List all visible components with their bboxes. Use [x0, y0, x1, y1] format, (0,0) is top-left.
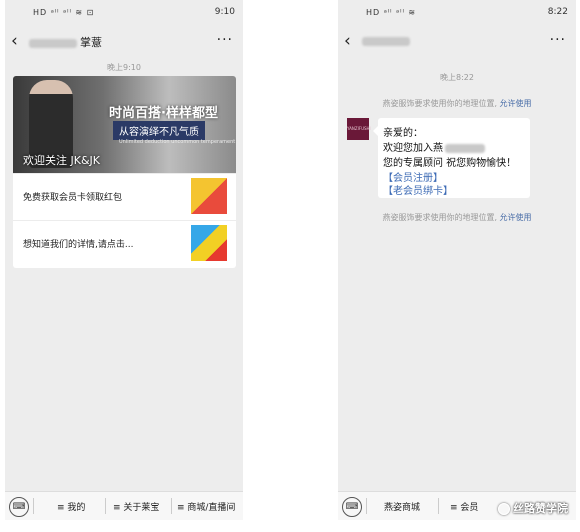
menu-divider	[105, 498, 106, 514]
location-request-text: 燕姿服饰要求使用你的地理位置,	[382, 213, 497, 222]
menu-item-mall[interactable]: ≡ 商城/直播间	[177, 500, 235, 513]
message-line: 欢迎您加入燕	[383, 139, 488, 154]
back-icon[interactable]: ‹	[344, 31, 351, 51]
blurred-name	[445, 143, 485, 153]
menu-divider	[171, 498, 172, 514]
watermark: 丝路赞学院	[498, 500, 568, 516]
message-time: 晚上8:22	[440, 73, 474, 82]
keyboard-icon[interactable]: ⌨	[9, 497, 29, 517]
article-card[interactable]: 时尚百搭·样样都型 从容演绎不凡气质 Unlimited deduction u…	[13, 76, 236, 268]
blurred-name	[362, 36, 410, 46]
bottom-menu-bar: ⌨ ≡ 我的 ≡ 关于莱宝 ≡ 商城/直播间	[5, 491, 243, 520]
message-line-text: 欢迎您加入燕	[383, 143, 443, 154]
watermark-text: 丝路赞学院	[513, 502, 568, 515]
menu-divider	[438, 498, 439, 514]
status-time: 9:10	[214, 7, 235, 17]
chat-header: ‹ 掌薏 ···	[5, 26, 243, 56]
status-signals: HD ᵃˡˡ ᵃˡˡ ≋ ⊡	[33, 8, 95, 17]
back-icon[interactable]: ‹	[11, 31, 18, 51]
more-icon[interactable]: ···	[550, 32, 566, 48]
status-bar: HD ᵃˡˡ ᵃˡˡ ≋ ⊡ 9:10	[5, 0, 243, 26]
allow-location-link[interactable]: 允许使用	[500, 213, 532, 222]
message-line: 您的专属顾问 祝您购物愉快！	[383, 158, 517, 169]
right-phone-screen: HD ᵃˡˡ ᵃˡˡ ≋ 8:22 ‹ ··· 晚上8:22 燕姿服饰要求使用你…	[338, 0, 576, 520]
message-bubble: 亲爱的： 欢迎您加入燕 您的专属顾问 祝您购物愉快！ 【会员注册】 【老会员绑卡…	[373, 118, 530, 198]
article-item-title: 想知道我们的详情,请点击...	[23, 240, 134, 250]
chat-title	[362, 34, 413, 47]
membership-card-thumbnail	[191, 178, 227, 214]
chat-title-text: 掌薏	[80, 36, 102, 49]
bind-card-link[interactable]: 【老会员绑卡】	[383, 182, 453, 197]
message-line: 亲爱的：	[383, 128, 423, 139]
left-phone-screen: HD ᵃˡˡ ᵃˡˡ ≋ ⊡ 9:10 ‹ 掌薏 ··· 晚上9:10 时尚百搭…	[5, 0, 243, 520]
menu-item-mine[interactable]: ≡ 我的	[57, 500, 85, 513]
message-time: 晚上9:10	[107, 63, 141, 72]
location-request-text: 燕姿服饰要求使用你的地理位置,	[382, 99, 497, 108]
banner-title: 时尚百搭·样样都型	[109, 106, 218, 121]
menu-item-member[interactable]: ≡ 会员	[450, 500, 478, 513]
keyboard-icon[interactable]: ⌨	[342, 497, 362, 517]
article-item[interactable]: 想知道我们的详情,请点击...	[13, 220, 236, 267]
promo-thumbnail	[191, 225, 227, 261]
location-request-message: 燕姿服饰要求使用你的地理位置, 允许使用	[338, 212, 576, 223]
chat-title: 掌薏	[29, 34, 102, 50]
status-bar: HD ᵃˡˡ ᵃˡˡ ≋ 8:22	[338, 0, 576, 26]
status-signals: HD ᵃˡˡ ᵃˡˡ ≋	[366, 8, 417, 17]
blurred-name	[29, 38, 77, 48]
more-icon[interactable]: ···	[217, 32, 233, 48]
banner-subtitle: 从容演绎不凡气质	[113, 121, 205, 140]
location-request-message: 燕姿服饰要求使用你的地理位置, 允许使用	[338, 98, 576, 109]
chat-header: ‹ ···	[338, 26, 576, 56]
article-item-title: 免费获取会员卡领取红包	[23, 193, 123, 203]
status-time: 8:22	[547, 7, 568, 17]
banner-caption: 欢迎关注 JK&JK	[23, 154, 100, 167]
banner-small-text: Unlimited deduction uncommon temperament	[119, 139, 236, 145]
allow-location-link[interactable]: 允许使用	[500, 99, 532, 108]
menu-item-store[interactable]: 燕姿商城	[384, 500, 420, 513]
menu-divider	[366, 498, 367, 514]
article-banner[interactable]: 时尚百搭·样样都型 从容演绎不凡气质 Unlimited deduction u…	[13, 76, 236, 173]
menu-divider	[33, 498, 34, 514]
article-item[interactable]: 免费获取会员卡领取红包	[13, 173, 236, 220]
wechat-logo-icon	[498, 503, 510, 515]
avatar[interactable]: YANZIFUSHI	[347, 118, 371, 140]
menu-item-about[interactable]: ≡ 关于莱宝	[113, 500, 159, 513]
